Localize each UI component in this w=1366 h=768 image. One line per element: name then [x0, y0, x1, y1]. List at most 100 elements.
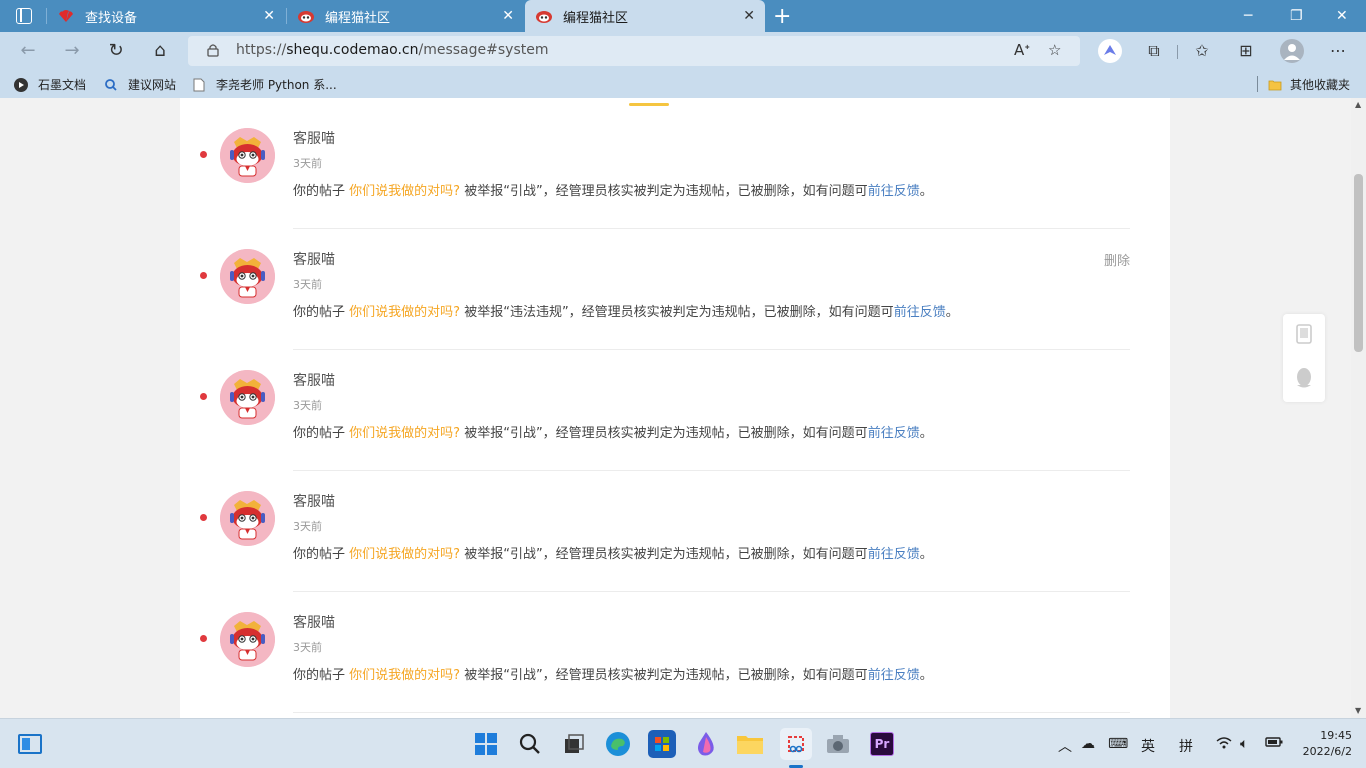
- message-divider: [293, 712, 1130, 713]
- minimize-icon[interactable]: ─: [1244, 8, 1252, 24]
- message-reason: 被举报“引战”，经管理员核实被判定为违规帖，已被删除，如有问题可: [464, 547, 868, 562]
- message-end: 。: [919, 547, 933, 562]
- close-window-icon[interactable]: ✕: [1336, 8, 1348, 24]
- sender-avatar[interactable]: [220, 612, 275, 667]
- scrollbar-thumb[interactable]: [1354, 174, 1363, 352]
- clock-date: 2022/6/2: [1302, 745, 1352, 758]
- message-prefix: 你的帖子: [293, 547, 346, 562]
- sender-name[interactable]: 客服喵: [293, 491, 335, 511]
- add-favorite-icon[interactable]: ☆: [1048, 41, 1061, 59]
- sender-name[interactable]: 客服喵: [293, 249, 335, 269]
- widgets-icon[interactable]: [18, 734, 42, 754]
- forward-icon[interactable]: →: [60, 40, 84, 62]
- post-title-link[interactable]: 你们说我做的对吗?: [349, 547, 460, 562]
- close-tab-icon[interactable]: ✕: [263, 8, 275, 24]
- message-item: 客服喵 3天前 你的帖子 你们说我做的对吗? 被举报“引战”，经管理员核实被判定为违…: [180, 360, 1170, 481]
- message-divider: [293, 349, 1130, 350]
- task-view-icon[interactable]: [560, 730, 588, 758]
- premiere-pro-icon[interactable]: Pr: [870, 732, 894, 756]
- folder-icon: [1268, 80, 1282, 90]
- feedback-link[interactable]: 前往反馈: [868, 547, 920, 562]
- favorites-icon[interactable]: ✩: [1191, 41, 1213, 61]
- onedrive-icon[interactable]: ☁: [1081, 736, 1095, 752]
- tab-find-device[interactable]: 查找设备 ✕: [47, 0, 285, 32]
- tab-codemao-active[interactable]: 编程猫社区 ✕: [525, 0, 765, 32]
- sender-avatar[interactable]: [220, 128, 275, 183]
- tab-label: 编程猫社区: [563, 10, 629, 26]
- sender-avatar[interactable]: [220, 491, 275, 546]
- delete-button[interactable]: 删除: [1104, 250, 1130, 269]
- profile-avatar-icon[interactable]: [1280, 39, 1304, 63]
- message-end: 。: [919, 426, 933, 441]
- other-bookmarks-folder[interactable]: 其他收藏夹: [1268, 76, 1350, 93]
- refresh-icon[interactable]: ↻: [104, 40, 128, 62]
- back-icon[interactable]: ←: [16, 40, 40, 62]
- sender-name[interactable]: 客服喵: [293, 370, 335, 390]
- message-body: 你的帖子 你们说我做的对吗? 被举报“引战”，经管理员核实被判定为违规帖，已被删…: [293, 422, 933, 441]
- scroll-down-icon[interactable]: ▼: [1355, 706, 1361, 715]
- lock-icon[interactable]: [206, 43, 220, 57]
- unread-dot: [200, 635, 207, 642]
- ime-language-indicator[interactable]: 英: [1141, 736, 1155, 756]
- ime-mode-indicator[interactable]: 拼: [1179, 736, 1193, 756]
- bookmark-label: 李尧老师 Python 系...: [216, 78, 337, 92]
- start-icon[interactable]: [472, 730, 500, 758]
- restore-icon[interactable]: ❐: [1290, 8, 1303, 24]
- bookmark-shimo[interactable]: 石墨文档: [14, 76, 86, 93]
- snipping-tool-icon[interactable]: [780, 728, 812, 760]
- feedback-link[interactable]: 前往反馈: [868, 426, 920, 441]
- edge-browser-icon[interactable]: [604, 730, 632, 758]
- read-aloud-icon[interactable]: Aᐩ: [1014, 41, 1030, 59]
- feedback-link[interactable]: 前往反馈: [894, 305, 946, 320]
- sender-avatar[interactable]: [220, 370, 275, 425]
- tab-codemao-1[interactable]: 编程猫社区 ✕: [287, 0, 524, 32]
- message-time: 3天前: [293, 278, 322, 291]
- url-text[interactable]: https://shequ.codemao.cn/message#system: [236, 42, 548, 58]
- file-explorer-icon[interactable]: [736, 730, 764, 758]
- keyboard-icon[interactable]: ⌨: [1108, 736, 1128, 752]
- bookmark-python-course[interactable]: 李尧老师 Python 系...: [192, 76, 337, 93]
- volume-icon[interactable]: 🔈︎: [1240, 736, 1248, 752]
- browser-toolbar: ← → ↻ ⌂ https://shequ.codemao.cn/message…: [0, 32, 1366, 70]
- wifi-icon[interactable]: [1216, 736, 1232, 754]
- camera-app-icon[interactable]: [824, 730, 852, 758]
- unread-dot: [200, 514, 207, 521]
- battery-icon[interactable]: [1265, 736, 1283, 752]
- bookmark-suggested-sites[interactable]: 建议网站: [104, 76, 176, 93]
- scroll-up-icon[interactable]: ▲: [1355, 100, 1361, 109]
- unread-dot: [200, 272, 207, 279]
- qq-icon[interactable]: [1295, 367, 1313, 389]
- new-tab-button[interactable]: +: [773, 4, 791, 29]
- windows-taskbar: Pr ︿ ☁ ⌨ 英 拼 🔈︎ 19:45 2022/6/2: [0, 718, 1366, 768]
- drop-app-icon[interactable]: [692, 730, 720, 758]
- collections-icon[interactable]: ⊞: [1235, 41, 1257, 61]
- sender-avatar[interactable]: [220, 249, 275, 304]
- post-title-link[interactable]: 你们说我做的对吗?: [349, 668, 460, 683]
- post-title-link[interactable]: 你们说我做的对吗?: [349, 184, 460, 199]
- sender-name[interactable]: 客服喵: [293, 128, 335, 148]
- home-icon[interactable]: ⌂: [148, 40, 172, 62]
- mobile-app-icon[interactable]: [1296, 324, 1312, 344]
- microsoft-store-icon[interactable]: [648, 730, 676, 758]
- feedback-link[interactable]: 前往反馈: [868, 668, 920, 683]
- settings-more-icon[interactable]: ⋯: [1327, 41, 1349, 61]
- show-hidden-icons-icon[interactable]: ︿: [1058, 736, 1072, 756]
- search-icon[interactable]: [516, 730, 544, 758]
- post-title-link[interactable]: 你们说我做的对吗?: [349, 305, 460, 320]
- address-bar[interactable]: https://shequ.codemao.cn/message#system …: [188, 36, 1080, 66]
- extension-bird-icon[interactable]: [1098, 39, 1122, 63]
- feedback-link[interactable]: 前往反馈: [868, 184, 920, 199]
- post-title-link[interactable]: 你们说我做的对吗?: [349, 426, 460, 441]
- tab-actions-icon[interactable]: [16, 8, 32, 24]
- page-scrollbar[interactable]: ▲ ▼: [1351, 98, 1366, 718]
- extensions-icon[interactable]: ⧉: [1143, 41, 1165, 61]
- toolbar-separator: [1177, 45, 1178, 59]
- close-tab-icon[interactable]: ✕: [743, 8, 755, 24]
- message-prefix: 你的帖子: [293, 426, 346, 441]
- sender-name[interactable]: 客服喵: [293, 612, 335, 632]
- system-clock[interactable]: 19:45 2022/6/2: [1296, 728, 1352, 760]
- close-tab-icon[interactable]: ✕: [502, 8, 514, 24]
- bookmark-separator: [1257, 76, 1258, 92]
- message-item: 客服喵 3天前 你的帖子 你们说我做的对吗? 被举报“引战”，经管理员核实被判定为违…: [180, 481, 1170, 602]
- message-time: 3天前: [293, 641, 322, 654]
